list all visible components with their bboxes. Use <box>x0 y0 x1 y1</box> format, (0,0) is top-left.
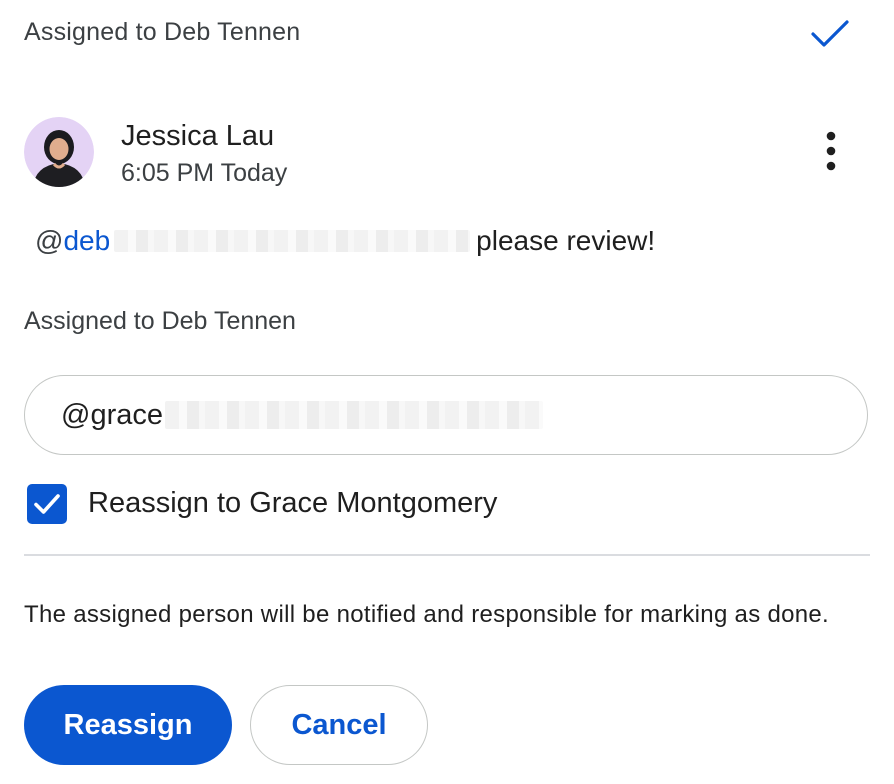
mention-prefix: @ <box>35 225 64 256</box>
more-vert-icon <box>826 131 836 171</box>
comment-timestamp: 6:05 PM Today <box>121 159 288 187</box>
redacted-email <box>164 401 543 429</box>
reassign-checkbox-label[interactable]: Reassign to Grace Montgomery <box>88 487 497 520</box>
more-options-button[interactable] <box>812 126 850 176</box>
divider <box>24 554 870 556</box>
cancel-button[interactable]: Cancel <box>250 685 428 765</box>
checkmark-icon <box>811 20 849 47</box>
assigned-label: Assigned to Deb Tennen <box>24 307 296 335</box>
assignee-input-value: @grace <box>61 398 163 431</box>
checkbox-checked-icon <box>34 494 60 514</box>
reassign-checkbox[interactable] <box>27 484 67 524</box>
avatar <box>24 117 94 187</box>
comment-author: Jessica Lau <box>121 120 275 152</box>
assignee-input[interactable]: @grace <box>24 375 868 455</box>
reassign-button[interactable]: Reassign <box>24 685 232 765</box>
comment-text: please review! <box>476 225 656 256</box>
resolve-button[interactable] <box>806 14 854 54</box>
redacted-email <box>114 230 471 252</box>
comment-body: @ deb please review! <box>35 225 655 257</box>
mention-link[interactable]: deb <box>63 225 110 257</box>
header-title: Assigned to Deb Tennen <box>24 18 301 46</box>
helper-text: The assigned person will be notified and… <box>24 601 830 628</box>
